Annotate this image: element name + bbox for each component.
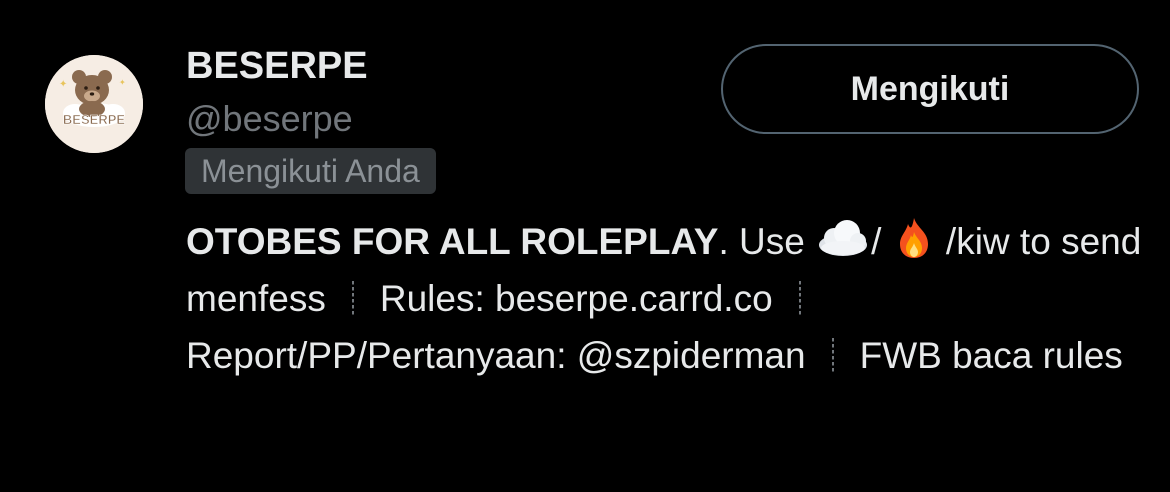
fire-emoji-icon: [892, 216, 936, 260]
bio-use-text: Use: [728, 221, 816, 262]
bio-dot: .: [718, 221, 729, 262]
svg-text:✦: ✦: [59, 79, 67, 90]
avatar-bear-image: ✦ ✦ BESERPE: [45, 55, 143, 153]
display-name[interactable]: BESERPE: [186, 42, 368, 90]
bio-separator: [351, 281, 354, 317]
bio-report-text[interactable]: Report/PP/Pertanyaan: @szpiderman: [186, 335, 806, 376]
avatar[interactable]: ✦ ✦ BESERPE: [45, 55, 143, 153]
bio-highlight: OTOBES FOR ALL ROLEPLAY: [186, 221, 719, 262]
profile-card: ✦ ✦ BESERPE BESERPE @beserpe Mengikuti A…: [0, 0, 1170, 492]
following-button[interactable]: Mengikuti: [721, 44, 1139, 134]
bio-rules-link[interactable]: Rules: beserpe.carrd.co: [380, 278, 773, 319]
follows-you-badge: Mengikuti Anda: [185, 148, 436, 194]
profile-bio: OTOBES FOR ALL ROLEPLAY. Use / /kiw to s…: [186, 213, 1151, 384]
svg-text:✦: ✦: [119, 78, 126, 87]
bio-fwb-text: FWB baca rules: [859, 335, 1123, 376]
cloud-emoji-icon: [815, 216, 871, 260]
bio-separator: [831, 338, 834, 374]
user-handle[interactable]: @beserpe: [186, 96, 353, 142]
avatar-label: BESERPE: [63, 112, 125, 127]
bio-slash: /: [871, 221, 892, 262]
bio-separator: [798, 281, 801, 317]
